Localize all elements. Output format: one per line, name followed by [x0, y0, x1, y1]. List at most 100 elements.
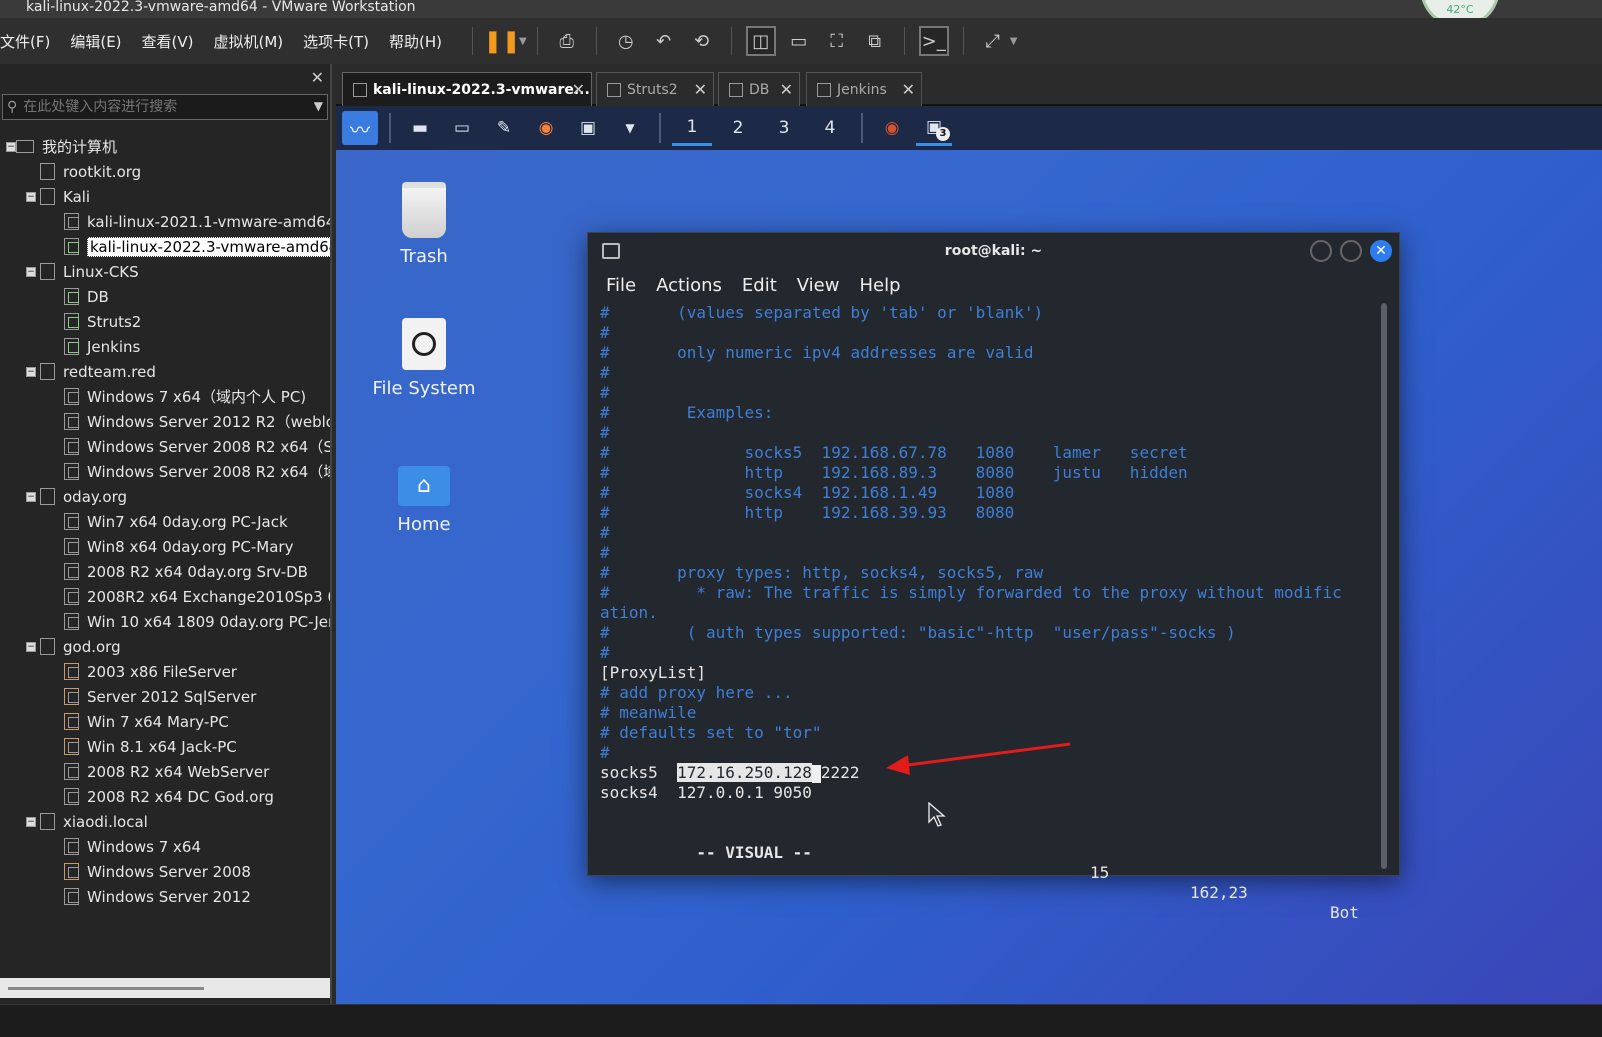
close-icon[interactable]: ✕	[694, 80, 707, 99]
desktop-file-system[interactable]: File System	[364, 318, 484, 399]
vm-tree-item[interactable]: 2008R2 x64 Exchange2010Sp3 0c	[64, 584, 330, 609]
unity-icon[interactable]: ⧉	[860, 26, 890, 56]
collapse-toggle-icon[interactable]: −	[6, 141, 16, 152]
menu-edit[interactable]: 编辑(E)	[70, 31, 121, 52]
folder-tree-item[interactable]: rootkit.org	[40, 159, 141, 184]
vm-tree-item[interactable]: 2003 x86 FileServer	[64, 659, 237, 684]
vm-tree-item[interactable]: Windows Server 2008 R2 x64（域	[64, 459, 330, 484]
close-icon[interactable]: ✕	[780, 80, 793, 99]
vm-tree-item[interactable]: Windows 7 x64	[64, 834, 201, 859]
terminal-text-area[interactable]: socks5 172.16.250.128 2222 socks4 127.0.0…	[600, 303, 1380, 922]
collapse-toggle-icon[interactable]: −	[26, 366, 36, 377]
firefox-icon[interactable]: ◉	[528, 110, 564, 146]
terminal-menu-edit[interactable]: Edit	[742, 275, 777, 296]
menu-vm[interactable]: 虚拟机(M)	[214, 31, 284, 52]
snapshot-manager-icon[interactable]: ⟲	[687, 26, 717, 56]
guest-display[interactable]: 〰 ▬ ▭ ✎ ◉ ▣ ▼ 1 2 3 4 ◉ ▣ 3 Trash File Sy…	[336, 106, 1602, 1004]
text-editor-icon[interactable]: ✎	[486, 110, 522, 146]
collapse-toggle-icon[interactable]: −	[26, 641, 36, 652]
terminal-menu-actions[interactable]: Actions	[656, 275, 722, 296]
menu-view[interactable]: 查看(V)	[142, 31, 194, 52]
vm-tree-item[interactable]: Struts2	[64, 309, 141, 334]
vm-tree-item[interactable]: 2008 R2 x64 DC God.org	[64, 784, 274, 809]
vm-tree-item[interactable]: Windows 7 x64（域内个人 PC)	[64, 384, 306, 409]
minimize-button[interactable]	[1310, 240, 1332, 262]
chevron-down-icon[interactable]: ▼	[519, 36, 527, 47]
workspace-4[interactable]: 4	[810, 110, 850, 146]
console-view-icon[interactable]: >_	[918, 26, 949, 56]
scrollbar-thumb[interactable]	[8, 987, 204, 990]
workspace-3[interactable]: 3	[764, 110, 804, 146]
vm-tree-item[interactable]: Windows Server 2008 R2 x64（S(	[64, 434, 330, 459]
folder-tree-item[interactable]: − Kali	[26, 184, 90, 209]
tab-kali[interactable]: kali-linux-2022.3-vmware... ✕	[342, 72, 592, 106]
tab-jenkins[interactable]: Jenkins ✕	[806, 72, 922, 106]
thumbnail-bar-icon[interactable]: ▭	[784, 26, 814, 56]
snapshot-icon[interactable]: ◷	[611, 26, 641, 56]
vm-tree-item[interactable]: 2008 R2 x64 0day.org Srv-DB	[64, 559, 308, 584]
close-icon[interactable]: ✕	[902, 80, 915, 99]
tab-struts2[interactable]: Struts2 ✕	[596, 72, 714, 106]
folder-tree-item[interactable]: − god.org	[26, 634, 121, 659]
file-manager-icon[interactable]: ▭	[444, 110, 480, 146]
vm-tree-item[interactable]: Jenkins	[64, 334, 140, 359]
tab-db[interactable]: DB ✕	[718, 72, 800, 106]
menu-tabs[interactable]: 选项卡(T)	[303, 31, 369, 52]
vm-tree-item[interactable]: Win 10 x64 1809 0day.org PC-Jer	[64, 609, 330, 634]
collapse-toggle-icon[interactable]: −	[26, 266, 36, 277]
chevron-down-icon[interactable]: ▼	[1010, 36, 1018, 47]
terminal-icon[interactable]: ▣	[570, 110, 606, 146]
desktop-trash[interactable]: Trash	[364, 182, 484, 267]
folder-tree-item[interactable]: − redteam.red	[26, 359, 156, 384]
folder-tree-item[interactable]: − oday.org	[26, 484, 127, 509]
desktop-home[interactable]: ⌂ Home	[364, 466, 484, 535]
terminal-menu-view[interactable]: View	[797, 275, 840, 296]
terminal-scrollbar[interactable]	[1381, 303, 1387, 869]
terminal-titlebar[interactable]: root@kali: ~ ✕	[588, 233, 1399, 269]
vm-tree-item[interactable]: kali-linux-2021.1-vmware-amd64	[64, 209, 330, 234]
folder-tree-item[interactable]: − Linux-CKS	[26, 259, 139, 284]
collapse-toggle-icon[interactable]: −	[26, 816, 36, 827]
chevron-down-icon[interactable]: ▼	[314, 99, 323, 113]
chevron-down-icon[interactable]: ▼	[612, 110, 648, 146]
terminal-task-icon[interactable]: ▣ 3	[916, 110, 952, 146]
collapse-toggle-icon[interactable]: −	[26, 191, 36, 202]
library-search-box[interactable]: ⚲ ▼	[2, 94, 328, 120]
library-search-input[interactable]	[23, 99, 304, 115]
firefox-task-icon[interactable]: ◉	[874, 110, 910, 146]
vm-tree-item[interactable]: 2008 R2 x64 WebServer	[64, 759, 269, 784]
menu-help[interactable]: 帮助(H)	[389, 31, 442, 52]
vm-tree-item[interactable]: Server 2012 SqlServer	[64, 684, 256, 709]
terminal-menu-help[interactable]: Help	[859, 275, 900, 296]
vm-tree-item[interactable]: Win 8.1 x64 Jack-PC	[64, 734, 237, 759]
maximize-button[interactable]	[1340, 240, 1362, 262]
vm-tree-item[interactable]: Windows Server 2012 R2（weblo	[64, 409, 330, 434]
vm-tree-item[interactable]: Win 7 x64 Mary-PC	[64, 709, 229, 734]
folder-tree-item[interactable]: − 我的计算机	[6, 134, 117, 159]
stretch-guest-icon[interactable]: ⤢	[978, 26, 1008, 56]
revert-snapshot-icon[interactable]: ↶	[649, 26, 679, 56]
menu-file[interactable]: 文件(F)	[0, 31, 50, 52]
vm-tree-item[interactable]: Win8 x64 0day.org PC-Mary	[64, 534, 293, 559]
folder-tree-item[interactable]: − xiaodi.local	[26, 809, 148, 834]
show-library-icon[interactable]: ◫	[745, 26, 776, 56]
vm-tree-item[interactable]: DB	[64, 284, 109, 309]
horizontal-scrollbar[interactable]	[0, 978, 330, 998]
vm-tree-item[interactable]: Windows Server 2012	[64, 884, 251, 909]
close-icon[interactable]: ✕	[311, 68, 324, 87]
show-desktop-icon[interactable]: ▬	[402, 110, 438, 146]
close-icon[interactable]: ✕	[572, 80, 585, 99]
vm-tree-item[interactable]: kali-linux-2022.3-vmware-amd64	[64, 234, 330, 259]
terminal-menu-file[interactable]: File	[606, 275, 636, 296]
kali-menu-icon[interactable]: 〰	[342, 111, 378, 145]
collapse-toggle-icon[interactable]: −	[26, 491, 36, 502]
pause-icon[interactable]: ❚❚	[484, 26, 521, 56]
workspace-1[interactable]: 1	[672, 110, 712, 146]
workspace-2[interactable]: 2	[718, 110, 758, 146]
vm-tree-item[interactable]: Windows Server 2008	[64, 859, 251, 884]
full-screen-icon[interactable]: ⛶	[822, 26, 852, 56]
close-button[interactable]: ✕	[1370, 240, 1392, 262]
send-ctrl-alt-del-icon[interactable]: ⎙	[552, 26, 582, 56]
terminal-window[interactable]: root@kali: ~ ✕ File Actions Edit View He…	[587, 232, 1400, 922]
vm-tree-item[interactable]: Win7 x64 0day.org PC-Jack	[64, 509, 288, 534]
